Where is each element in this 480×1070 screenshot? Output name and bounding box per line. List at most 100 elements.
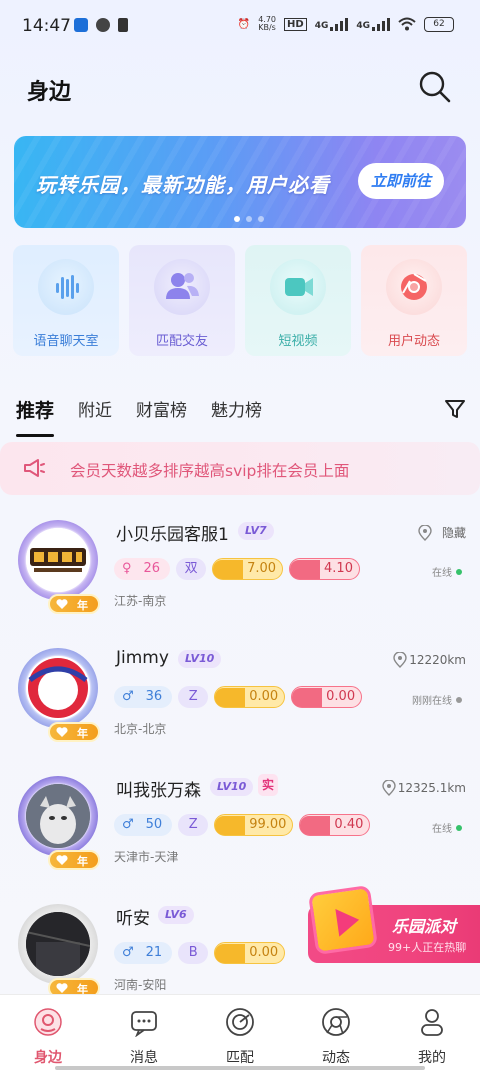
- user-tags: ♂ 36 Z 0.00 0.00: [114, 686, 363, 708]
- match-radar-icon: [226, 1008, 254, 1036]
- voice-wave-icon: [38, 259, 94, 315]
- feature-label: 语音聊天室: [33, 334, 99, 349]
- tab-wealth-rank[interactable]: 财富榜: [136, 396, 187, 423]
- gender-age-chip: ♀ 26: [114, 558, 171, 580]
- gold-coin-icon: [215, 815, 246, 835]
- page-title: 身边: [27, 80, 72, 105]
- online-status: 在线: [432, 564, 462, 579]
- year-member-badge: 年: [48, 850, 100, 870]
- feature-user-moments[interactable]: 用户动态: [361, 245, 467, 356]
- nav-label: 我的: [418, 1050, 446, 1066]
- heart-icon: [56, 855, 68, 865]
- user-list-item[interactable]: 年 Jimmy LV10 12220km ♂ 36 Z 0.00 0.00 刚刚在…: [0, 640, 480, 766]
- megaphone-icon: [24, 459, 45, 477]
- battery-icon: 62: [424, 16, 454, 32]
- user-tags: ♀ 26 双 7.00 4.10: [114, 558, 360, 580]
- banner-cta-button[interactable]: 立即前往: [358, 163, 444, 199]
- gold-coin-icon: [213, 559, 244, 579]
- avatar-frame: 年: [18, 776, 100, 870]
- nav-label: 消息: [130, 1050, 158, 1066]
- filter-icon[interactable]: [444, 398, 466, 420]
- avatar-frame: 年: [18, 520, 100, 614]
- heart-icon: [56, 983, 68, 993]
- gender-age-chip: ♂ 50: [114, 814, 173, 836]
- wealth-chip: 7.00: [212, 558, 284, 580]
- user-list-item[interactable]: 年 小贝乐园客服1 LV7 隐藏 ♀ 26 双 7.00 4.10 在线 江苏-南…: [0, 512, 480, 638]
- signal-4g-1: 4G: [315, 17, 349, 31]
- location-pin-icon: [393, 652, 407, 668]
- user-city: 河南-安阳: [114, 978, 167, 992]
- zodiac-chip: Z: [178, 686, 209, 708]
- party-subtitle: 99+人正在热聊: [388, 941, 467, 954]
- tab-nearby[interactable]: 附近: [78, 396, 112, 423]
- party-title: 乐园派对: [392, 917, 457, 936]
- nav-label: 身边: [34, 1050, 62, 1066]
- bottom-nav: 身边 消息 匹配 动态 我的: [0, 994, 480, 1070]
- online-status: 在线: [432, 820, 462, 835]
- zodiac-chip: 双: [176, 558, 207, 580]
- gender-age-chip: ♂ 36: [114, 686, 173, 708]
- moments-icon: [322, 1008, 350, 1036]
- charm-chip: 4.10: [289, 558, 360, 580]
- nav-moments[interactable]: 动态: [288, 1007, 384, 1067]
- banner-dot[interactable]: [258, 216, 264, 222]
- charm-chip: 0.40: [299, 814, 371, 836]
- user-list-item[interactable]: 年 叫我张万森 LV10 实 12325.1km ♂ 50 Z 99.00 0.4…: [0, 768, 480, 894]
- user-tags: ♂ 50 Z 99.00 0.40: [114, 814, 371, 836]
- user-city: 北京-北京: [114, 722, 167, 736]
- avatar[interactable]: [26, 528, 90, 592]
- chrome-swirl-icon: [386, 259, 442, 315]
- notification-icons: [74, 18, 128, 32]
- charm-heart-icon: [290, 559, 321, 579]
- notice-text: 会员天数越多排序越高svip排在会员上面: [70, 462, 350, 480]
- heart-icon: [56, 727, 68, 737]
- user-city: 天津市-天津: [114, 850, 179, 864]
- signal-4g-2: 4G: [356, 17, 390, 31]
- feature-short-video[interactable]: 短视频: [245, 245, 351, 356]
- distance: 12325.1km: [382, 780, 466, 796]
- notice-bar: 会员天数越多排序越高svip排在会员上面: [0, 442, 480, 495]
- banner-dot[interactable]: [246, 216, 252, 222]
- nav-match[interactable]: 匹配: [192, 1007, 288, 1067]
- nav-messages[interactable]: 消息: [96, 1007, 192, 1067]
- gold-coin-icon: [215, 687, 246, 707]
- wifi-icon: [398, 17, 416, 31]
- status-bar: 14:47 ⏰ 4.70 KB/s HD 4G 4G 62: [0, 0, 480, 52]
- nav-nearby[interactable]: 身边: [0, 1007, 96, 1067]
- status-right: ⏰ 4.70 KB/s HD 4G 4G 62: [238, 16, 454, 32]
- user-name: Jimmy: [116, 648, 169, 668]
- wealth-chip: 99.00: [214, 814, 294, 836]
- party-floating-card[interactable]: 乐园派对 99+人正在热聊: [307, 884, 480, 963]
- feature-label: 短视频: [278, 334, 318, 349]
- avatar[interactable]: [26, 912, 90, 976]
- avatar[interactable]: [26, 784, 90, 848]
- avatar[interactable]: [26, 656, 90, 720]
- avatar-frame: 年: [18, 904, 100, 994]
- user-name: 听安: [116, 909, 150, 929]
- banner-text: 玩转乐园，最新功能，用户必看: [36, 173, 330, 197]
- charm-heart-icon: [300, 815, 331, 835]
- location-pin-icon: [418, 524, 432, 541]
- promo-banner[interactable]: 玩转乐园，最新功能，用户必看 立即前往: [14, 136, 466, 228]
- tab-recommend[interactable]: 推荐: [16, 396, 55, 437]
- banner-dot[interactable]: [234, 216, 240, 222]
- tiktok-icon: [118, 18, 128, 32]
- level-badge: LV6: [158, 906, 194, 924]
- level-badge: LV10: [210, 778, 254, 796]
- nav-profile[interactable]: 我的: [384, 1007, 480, 1067]
- zodiac-chip: Z: [178, 814, 209, 836]
- play-icon: [307, 884, 379, 956]
- status-time: 14:47: [22, 16, 71, 36]
- users-icon: [154, 259, 210, 315]
- feature-match-friends[interactable]: 匹配交友: [129, 245, 235, 356]
- feature-voice-chat-room[interactable]: 语音聊天室: [13, 245, 119, 356]
- wealth-chip: 0.00: [214, 686, 286, 708]
- home-indicator[interactable]: [55, 1066, 425, 1070]
- verified-badge: 实: [258, 774, 278, 796]
- feature-label: 用户动态: [387, 334, 440, 349]
- wealth-chip: 0.00: [214, 942, 286, 964]
- radar-pin-icon: [34, 1008, 62, 1036]
- person-icon: [421, 1009, 443, 1036]
- search-icon[interactable]: [418, 70, 452, 104]
- tab-charm-rank[interactable]: 魅力榜: [211, 396, 262, 423]
